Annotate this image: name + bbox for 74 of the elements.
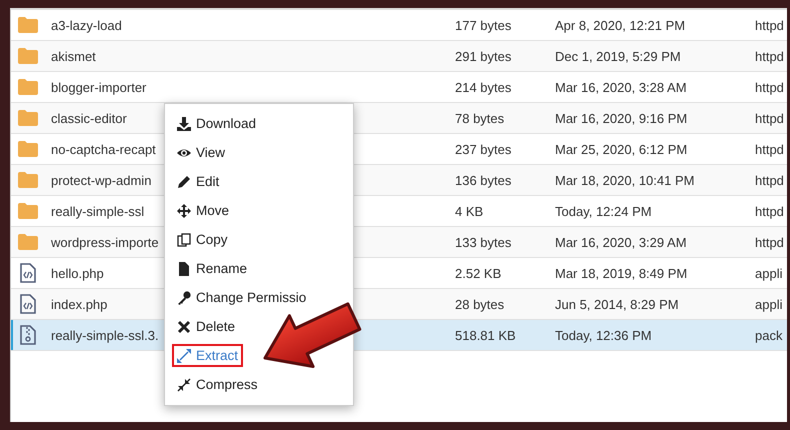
folder-icon — [18, 172, 38, 188]
file-name: blogger-importer — [51, 80, 146, 94]
move-icon — [177, 204, 191, 218]
menu-item[interactable]: Compress — [172, 373, 263, 396]
menu-item[interactable]: Move — [172, 199, 234, 222]
file-size: 214 bytes — [455, 80, 512, 94]
modified-date: Dec 1, 2019, 5:29 PM — [555, 48, 682, 64]
code-file-icon — [20, 294, 36, 314]
folder-icon — [18, 141, 38, 157]
file-type: httpd — [755, 80, 785, 94]
modified-date: Today, 12:36 PM — [555, 328, 653, 342]
modified-date: Mar 16, 2020, 9:16 PM — [555, 110, 688, 126]
key-icon — [177, 290, 191, 304]
folder-icon — [18, 234, 38, 250]
file-size: 518.81 KB — [455, 328, 517, 342]
modified-date: Mar 18, 2020, 10:41 PM — [555, 172, 696, 188]
folder-icon — [18, 110, 38, 126]
file-type: httpd — [755, 18, 785, 32]
folder-icon — [18, 79, 38, 95]
file-name: really-simple-ssl — [51, 204, 144, 218]
menu-item[interactable]: Rename — [172, 257, 252, 280]
file-row[interactable]: akismet 291 bytes Dec 1, 2019, 5:29 PM httpd — [11, 41, 787, 72]
modified-date: Mar 25, 2020, 6:12 PM — [555, 142, 688, 156]
file-size: 78 bytes — [455, 110, 506, 126]
file-name: really-simple-ssl.3. — [51, 328, 159, 342]
file-size: 136 bytes — [455, 172, 512, 188]
file-name: protect-wp-admin — [51, 172, 152, 188]
file-size: 133 bytes — [455, 234, 512, 250]
file-type: httpd — [755, 204, 785, 218]
modified-date: Jun 5, 2014, 8:29 PM — [555, 296, 680, 312]
expand-icon — [177, 348, 191, 362]
file-type: appli — [755, 296, 784, 312]
pencil-icon — [177, 174, 191, 188]
file-name: hello.php — [51, 266, 104, 280]
menu-item[interactable]: Edit — [172, 170, 224, 193]
file-name: wordpress-importe — [51, 234, 159, 250]
archive-file-icon — [20, 325, 36, 345]
file-name: index.php — [51, 296, 108, 312]
compress-icon — [177, 378, 191, 392]
file-name: classic-editor — [51, 110, 127, 126]
menu-item[interactable]: Extract — [172, 344, 244, 367]
menu-item[interactable]: Download — [172, 112, 262, 135]
file-size: 237 bytes — [455, 142, 512, 156]
modified-date: Mar 16, 2020, 3:28 AM — [555, 80, 688, 94]
file-type: httpd — [755, 142, 785, 156]
copy-icon — [177, 232, 191, 246]
file-type: httpd — [755, 234, 785, 250]
menu-item[interactable]: Copy — [172, 228, 233, 251]
file-type: httpd — [755, 172, 785, 188]
folder-icon — [18, 48, 38, 64]
file-type: pack — [755, 328, 784, 342]
file-icon — [177, 262, 191, 276]
modified-date: Mar 16, 2020, 3:29 AM — [555, 234, 688, 250]
file-size: 291 bytes — [455, 48, 512, 64]
modified-date: Today, 12:24 PM — [555, 204, 653, 218]
folder-icon — [18, 203, 38, 219]
code-file-icon — [20, 263, 36, 283]
file-name: a3-lazy-load — [51, 18, 122, 32]
file-size: 2.52 KB — [455, 266, 502, 280]
file-type: httpd — [755, 48, 785, 64]
folder-icon — [18, 17, 38, 33]
file-size: 177 bytes — [455, 18, 512, 32]
menu-item[interactable]: Change Permissio — [172, 286, 312, 309]
menu-item[interactable]: View — [172, 141, 230, 164]
file-size: 4 KB — [455, 204, 484, 218]
file-type: httpd — [755, 110, 785, 126]
file-type: appli — [755, 266, 784, 280]
file-size: 28 bytes — [455, 296, 506, 312]
file-name: akismet — [51, 48, 96, 64]
download-icon — [177, 116, 191, 130]
modified-date: Apr 8, 2020, 12:21 PM — [555, 18, 686, 32]
close-icon — [177, 320, 191, 334]
modified-date: Mar 18, 2019, 8:49 PM — [555, 266, 688, 280]
file-name: no-captcha-recapt — [51, 142, 156, 156]
